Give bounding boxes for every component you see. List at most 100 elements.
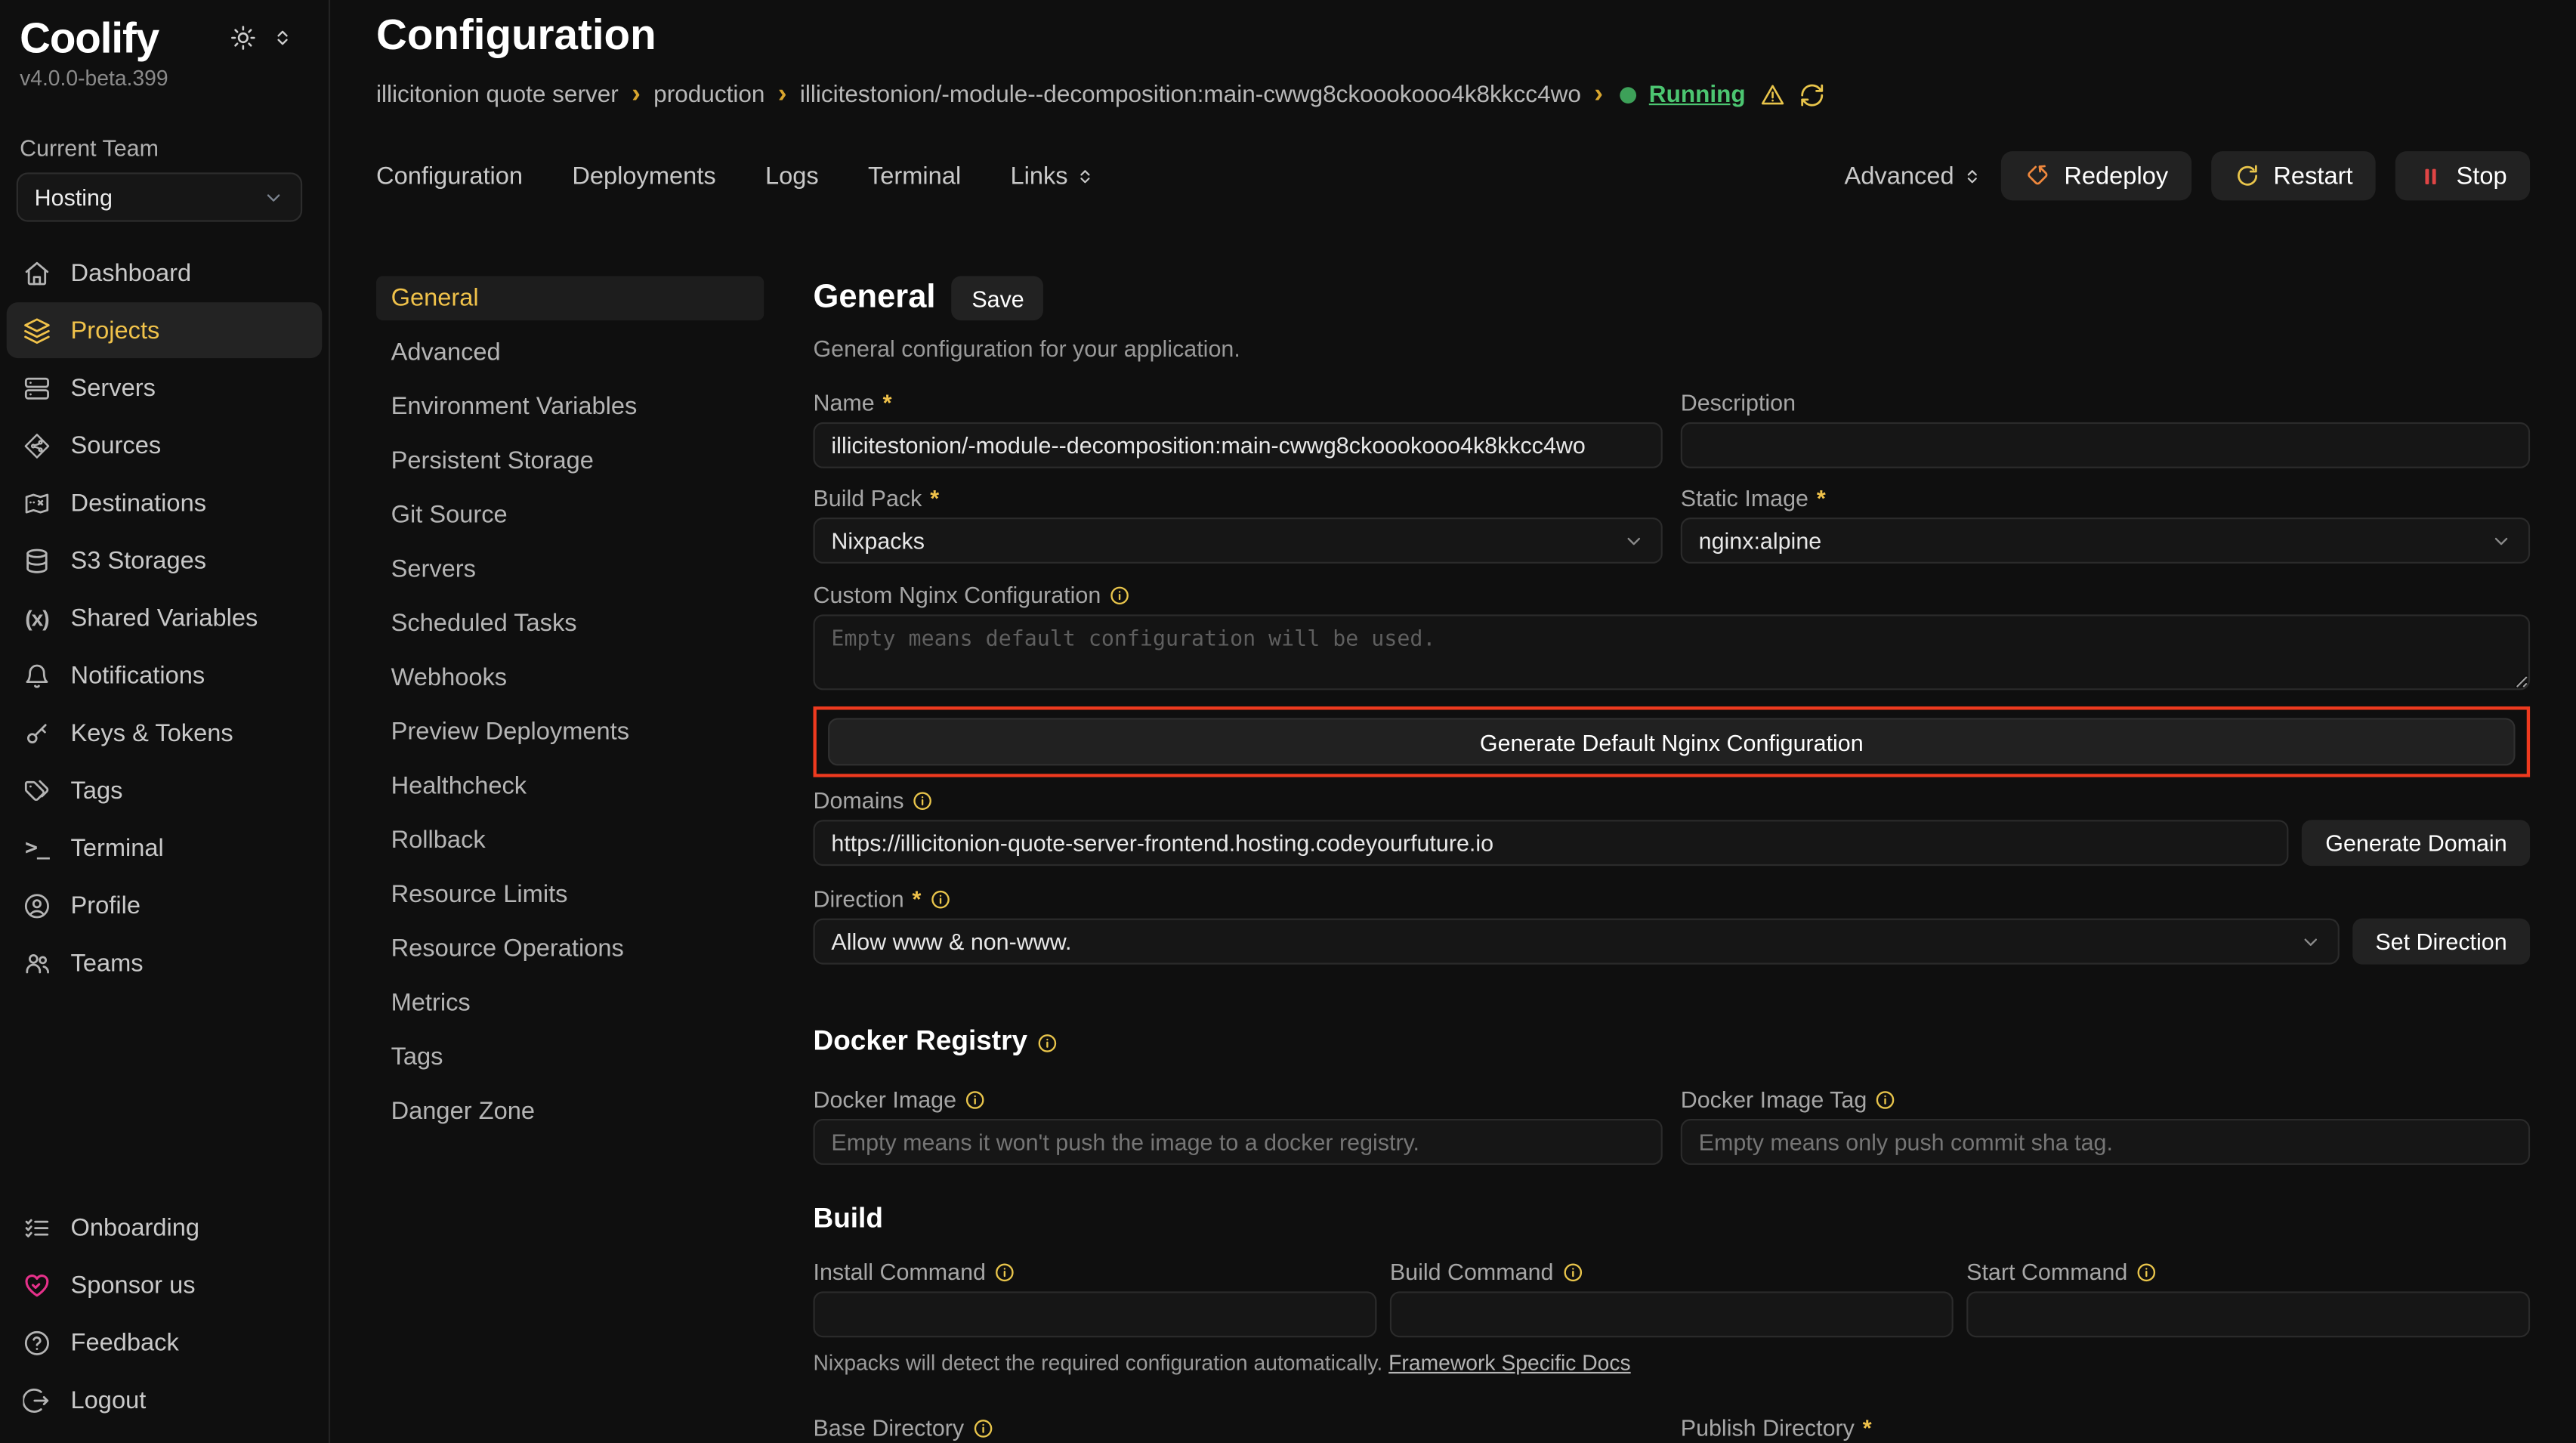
- sidebar-item-profile[interactable]: Profile: [7, 877, 323, 933]
- users-icon: [23, 949, 51, 977]
- heart-icon: [23, 1271, 51, 1299]
- info-icon[interactable]: [929, 888, 950, 909]
- start-command-input[interactable]: [1966, 1291, 2530, 1337]
- click-target-highlight: Generate Default Nginx Configuration: [813, 706, 2530, 777]
- sidebar-item-notifications[interactable]: Notifications: [7, 647, 323, 703]
- install-command-input[interactable]: [813, 1291, 1376, 1337]
- required-asterisk: *: [1863, 1414, 1872, 1441]
- sidebar-item-onboarding[interactable]: Onboarding: [7, 1200, 323, 1256]
- info-icon[interactable]: [1109, 584, 1130, 605]
- docker-image-input[interactable]: [813, 1119, 1662, 1165]
- sidebar-item-sources[interactable]: Sources: [7, 417, 323, 473]
- tab-logs[interactable]: Logs: [765, 162, 819, 190]
- domains-input[interactable]: [813, 820, 2289, 866]
- subnav-item-tags[interactable]: Tags: [376, 1035, 764, 1080]
- subnav-item-advanced[interactable]: Advanced: [376, 330, 764, 375]
- framework-docs-link[interactable]: Framework Specific Docs: [1388, 1351, 1631, 1376]
- chevron-down-icon: [1623, 530, 1645, 551]
- breadcrumb-environment[interactable]: production: [653, 82, 764, 109]
- direction-select[interactable]: Allow www & non-www.: [813, 919, 2339, 965]
- tab-links[interactable]: Links: [1010, 162, 1094, 190]
- info-icon[interactable]: [1037, 1031, 1058, 1052]
- subnav-item-git-source[interactable]: Git Source: [376, 493, 764, 537]
- theme-sun-icon[interactable]: [230, 25, 256, 51]
- info-icon[interactable]: [2136, 1261, 2157, 1282]
- breadcrumb-separator: ›: [632, 82, 641, 109]
- sidebar-item-label: Sources: [71, 431, 162, 459]
- sidebar-item-shared-variables[interactable]: (x) Shared Variables: [7, 590, 323, 646]
- tab-terminal[interactable]: Terminal: [868, 162, 961, 190]
- custom-nginx-textarea[interactable]: [813, 614, 2530, 690]
- generate-domain-button[interactable]: Generate Domain: [2303, 820, 2530, 866]
- info-icon[interactable]: [1875, 1089, 1896, 1110]
- sidebar-item-tags[interactable]: Tags: [7, 762, 323, 818]
- description-label: Description: [1681, 389, 1796, 416]
- sidebar-item-teams[interactable]: Teams: [7, 935, 323, 990]
- sidebar-item-label: Dashboard: [71, 259, 192, 287]
- sidebar-item-label: Servers: [71, 374, 156, 402]
- refresh-icon[interactable]: [1798, 82, 1824, 109]
- theme-selector-chevrons-icon[interactable]: [273, 28, 292, 48]
- sidebar-item-destinations[interactable]: Destinations: [7, 474, 323, 530]
- build-title: Build: [813, 1201, 882, 1238]
- subnav-item-scheduled-tasks[interactable]: Scheduled Tasks: [376, 601, 764, 646]
- build-pack-label: Build Pack: [813, 485, 922, 511]
- sidebar-item-projects[interactable]: Projects: [7, 302, 323, 358]
- set-direction-button[interactable]: Set Direction: [2352, 919, 2530, 965]
- description-input[interactable]: [1681, 422, 2530, 468]
- build-pack-value: Nixpacks: [831, 527, 925, 554]
- info-icon[interactable]: [965, 1089, 986, 1110]
- status-running-link[interactable]: Running: [1649, 82, 1746, 109]
- subnav-item-environment-variables[interactable]: Environment Variables: [376, 385, 764, 429]
- subnav-item-servers[interactable]: Servers: [376, 547, 764, 592]
- redeploy-button[interactable]: Redeploy: [2002, 151, 2191, 200]
- sidebar-item-feedback[interactable]: Feedback: [7, 1315, 323, 1370]
- subnav-item-persistent-storage[interactable]: Persistent Storage: [376, 439, 764, 484]
- sidebar-item-dashboard[interactable]: Dashboard: [7, 245, 323, 301]
- build-pack-select[interactable]: Nixpacks: [813, 518, 1662, 564]
- docker-image-tag-input[interactable]: [1681, 1119, 2530, 1165]
- direction-label: Direction: [813, 885, 903, 912]
- subnav-item-general[interactable]: General: [376, 276, 764, 320]
- sidebar-item-sponsor-us[interactable]: Sponsor us: [7, 1257, 323, 1313]
- info-icon[interactable]: [972, 1417, 993, 1438]
- subnav-item-metrics[interactable]: Metrics: [376, 981, 764, 1025]
- subnav-item-rollback[interactable]: Rollback: [376, 818, 764, 863]
- sidebar-item-logout[interactable]: Logout: [7, 1372, 323, 1428]
- subnav-item-danger-zone[interactable]: Danger Zone: [376, 1089, 764, 1134]
- domains-label: Domains: [813, 787, 903, 814]
- save-button[interactable]: Save: [952, 276, 1044, 320]
- sidebar-item-keys-tokens[interactable]: Keys & Tokens: [7, 705, 323, 761]
- section-title-general: General: [813, 276, 935, 320]
- sidebar-item-s3-storages[interactable]: S3 Storages: [7, 533, 323, 589]
- subnav-item-webhooks[interactable]: Webhooks: [376, 656, 764, 700]
- breadcrumb: illicitonion quote server › production ›…: [376, 82, 2530, 109]
- breadcrumb-application[interactable]: illicitestonion/-module--decomposition:m…: [800, 82, 1581, 109]
- info-icon[interactable]: [1561, 1261, 1583, 1282]
- info-icon[interactable]: [994, 1261, 1015, 1282]
- advanced-dropdown[interactable]: Advanced: [1845, 162, 1982, 190]
- sidebar-item-servers[interactable]: Servers: [7, 360, 323, 416]
- breadcrumb-project[interactable]: illicitonion quote server: [376, 82, 619, 109]
- coolify-app: Coolify v4.0.0-beta.399 Current Team Hos…: [0, 0, 2576, 1443]
- tabs: Configuration Deployments Logs Terminal …: [376, 162, 1094, 190]
- subnav-item-resource-limits[interactable]: Resource Limits: [376, 873, 764, 917]
- checklist-icon: [23, 1213, 51, 1241]
- sidebar-item-terminal[interactable]: >_ Terminal: [7, 820, 323, 876]
- tab-configuration[interactable]: Configuration: [376, 162, 523, 190]
- subnav-item-preview-deployments[interactable]: Preview Deployments: [376, 709, 764, 754]
- info-icon[interactable]: [913, 789, 934, 811]
- subnav-item-resource-operations[interactable]: Resource Operations: [376, 927, 764, 972]
- team-select[interactable]: Hosting: [17, 172, 302, 221]
- docker-registry-section: Docker Registry: [813, 1024, 2530, 1060]
- tab-deployments[interactable]: Deployments: [572, 162, 715, 190]
- static-image-select[interactable]: nginx:alpine: [1681, 518, 2530, 564]
- restart-button[interactable]: Restart: [2211, 151, 2376, 200]
- build-command-input[interactable]: [1390, 1291, 1954, 1337]
- breadcrumb-separator: ›: [778, 82, 787, 109]
- stop-button[interactable]: Stop: [2395, 151, 2530, 200]
- name-label: Name: [813, 389, 874, 416]
- subnav-item-healthcheck[interactable]: Healthcheck: [376, 764, 764, 808]
- name-input[interactable]: [813, 422, 1662, 468]
- generate-nginx-config-button[interactable]: Generate Default Nginx Configuration: [828, 718, 2515, 765]
